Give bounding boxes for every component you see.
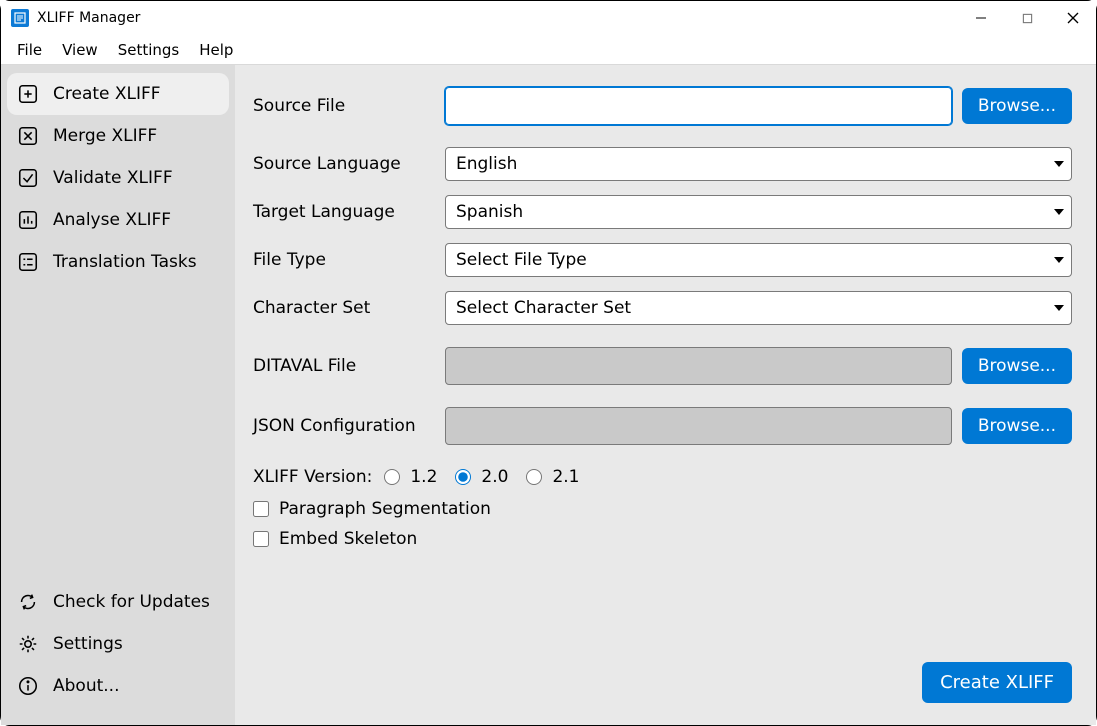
menu-view[interactable]: View	[52, 37, 108, 63]
sidebar-item-label: About...	[53, 676, 119, 696]
refresh-icon	[17, 591, 39, 613]
xliff-version-2-1-label: 2.1	[552, 467, 579, 487]
sidebar-item-label: Merge XLIFF	[53, 126, 157, 146]
main-pane: Source File Browse... Source Language En…	[235, 65, 1096, 725]
plus-box-icon	[17, 83, 39, 105]
ditaval-browse-button[interactable]: Browse...	[962, 348, 1072, 384]
sidebar-item-merge[interactable]: Merge XLIFF	[7, 115, 229, 157]
gear-icon	[17, 633, 39, 655]
sidebar-item-validate[interactable]: Validate XLIFF	[7, 157, 229, 199]
info-icon	[17, 675, 39, 697]
list-box-icon	[17, 251, 39, 273]
sidebar: Create XLIFF Merge XLIFF Validate XLIFF …	[1, 65, 235, 725]
xliff-version-label: XLIFF Version:	[253, 467, 372, 487]
source-language-label: Source Language	[253, 154, 445, 174]
json-config-input	[445, 407, 952, 445]
xliff-version-row: XLIFF Version: 1.2 2.0 2.1	[253, 467, 1072, 487]
source-language-select[interactable]: English	[445, 147, 1072, 181]
window-title: XLIFF Manager	[37, 10, 140, 26]
paragraph-segmentation-checkbox[interactable]	[253, 501, 269, 517]
xliff-version-2-0-radio[interactable]	[455, 469, 471, 485]
menu-help[interactable]: Help	[189, 37, 243, 63]
json-config-browse-button[interactable]: Browse...	[962, 408, 1072, 444]
create-xliff-button[interactable]: Create XLIFF	[922, 662, 1072, 703]
close-button[interactable]	[1050, 1, 1096, 35]
sidebar-item-label: Validate XLIFF	[53, 168, 173, 188]
sidebar-item-label: Translation Tasks	[53, 252, 197, 272]
sidebar-item-create[interactable]: Create XLIFF	[7, 73, 229, 115]
source-file-browse-button[interactable]: Browse...	[962, 88, 1072, 124]
ditaval-file-label: DITAVAL File	[253, 356, 445, 376]
file-type-select[interactable]: Select File Type	[445, 243, 1072, 277]
menubar: File View Settings Help	[1, 35, 1096, 65]
sidebar-item-about[interactable]: About...	[7, 665, 229, 707]
sidebar-item-label: Create XLIFF	[53, 84, 161, 104]
merge-icon	[17, 125, 39, 147]
source-file-label: Source File	[253, 96, 445, 116]
checkmark-box-icon	[17, 167, 39, 189]
sidebar-item-tasks[interactable]: Translation Tasks	[7, 241, 229, 283]
xliff-version-1-2-radio[interactable]	[384, 469, 400, 485]
sidebar-item-label: Check for Updates	[53, 592, 210, 612]
file-type-label: File Type	[253, 250, 445, 270]
paragraph-segmentation-label: Paragraph Segmentation	[279, 499, 491, 519]
embed-skeleton-checkbox[interactable]	[253, 531, 269, 547]
titlebar: XLIFF Manager	[1, 1, 1096, 35]
target-language-select[interactable]: Spanish	[445, 195, 1072, 229]
menu-file[interactable]: File	[7, 37, 52, 63]
sidebar-item-updates[interactable]: Check for Updates	[7, 581, 229, 623]
source-file-input[interactable]	[445, 87, 952, 125]
sidebar-item-settings[interactable]: Settings	[7, 623, 229, 665]
xliff-version-1-2-label: 1.2	[410, 467, 437, 487]
xliff-version-2-1-radio[interactable]	[526, 469, 542, 485]
target-language-label: Target Language	[253, 202, 445, 222]
sidebar-item-label: Analyse XLIFF	[53, 210, 171, 230]
embed-skeleton-label: Embed Skeleton	[279, 529, 417, 549]
character-set-label: Character Set	[253, 298, 445, 318]
minimize-button[interactable]	[958, 1, 1004, 35]
sidebar-item-analyse[interactable]: Analyse XLIFF	[7, 199, 229, 241]
app-icon	[11, 9, 29, 27]
json-config-label: JSON Configuration	[253, 416, 445, 436]
xliff-version-2-0-label: 2.0	[481, 467, 508, 487]
chart-box-icon	[17, 209, 39, 231]
menu-settings[interactable]: Settings	[108, 37, 190, 63]
ditaval-file-input	[445, 347, 952, 385]
sidebar-item-label: Settings	[53, 634, 123, 654]
character-set-select[interactable]: Select Character Set	[445, 291, 1072, 325]
maximize-button[interactable]	[1004, 1, 1050, 35]
